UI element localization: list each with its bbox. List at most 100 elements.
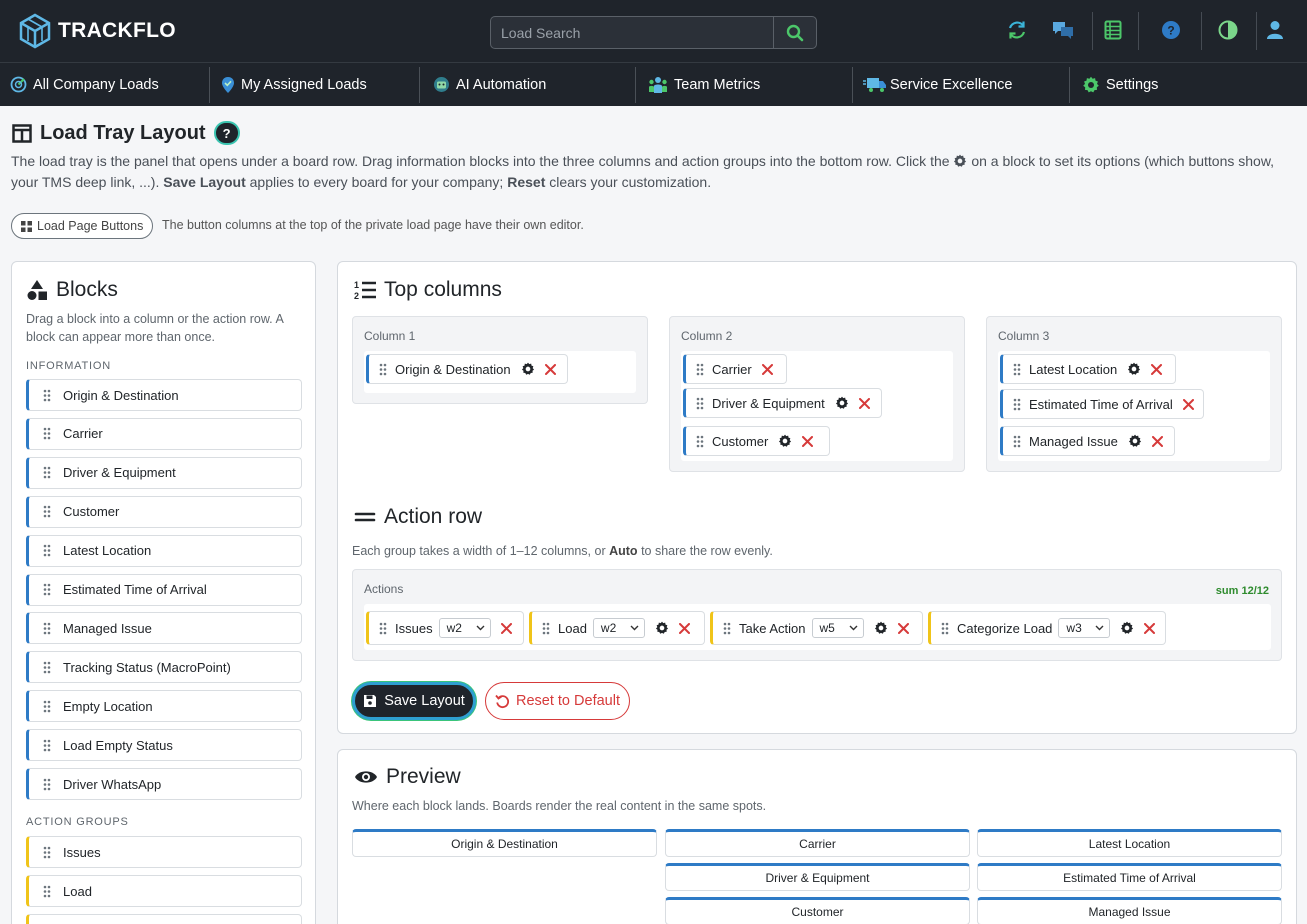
- refresh-button[interactable]: [1005, 18, 1029, 42]
- drag-handle[interactable]: [43, 544, 51, 557]
- group-options-button[interactable]: [655, 621, 669, 635]
- save-layout-button[interactable]: Save Layout: [352, 682, 476, 720]
- palette-block[interactable]: Latest Location: [26, 534, 302, 567]
- remove-block-button[interactable]: [544, 363, 556, 375]
- reset-default-button[interactable]: Reset to Default: [485, 682, 630, 720]
- nav-all-company-loads[interactable]: All Company Loads: [10, 63, 159, 106]
- action-group-chip[interactable]: Load w2: [529, 611, 705, 645]
- desc-bold: Auto: [609, 544, 638, 558]
- drag-handle[interactable]: [696, 435, 704, 448]
- search-button[interactable]: [773, 16, 817, 49]
- remove-group-button[interactable]: [1144, 622, 1155, 634]
- palette-block[interactable]: Customer: [26, 495, 302, 528]
- drag-handle[interactable]: [43, 427, 51, 440]
- palette-action-group[interactable]: [26, 914, 302, 924]
- drag-handle[interactable]: [43, 778, 51, 791]
- drag-handle[interactable]: [696, 363, 704, 376]
- block-options-button[interactable]: [1128, 434, 1142, 448]
- palette-block[interactable]: Driver WhatsApp: [26, 768, 302, 800]
- palette-block[interactable]: Carrier: [26, 417, 302, 450]
- drag-handle[interactable]: [43, 739, 51, 752]
- logo[interactable]: TRACKFLO: [18, 13, 176, 49]
- theme-toggle[interactable]: [1216, 18, 1240, 42]
- drag-handle[interactable]: [542, 622, 550, 635]
- load-page-buttons-button[interactable]: Load Page Buttons: [11, 213, 154, 239]
- drag-handle[interactable]: [43, 389, 51, 402]
- layout-block-chip[interactable]: Estimated Time of Arrival: [1000, 389, 1204, 419]
- nav-team-metrics[interactable]: Team Metrics: [648, 63, 760, 106]
- remove-block-button[interactable]: [761, 363, 773, 375]
- palette-block[interactable]: Estimated Time of Arrival: [26, 573, 302, 606]
- drag-handle[interactable]: [379, 363, 387, 376]
- remove-block-button[interactable]: [1151, 435, 1163, 447]
- palette-block[interactable]: Tracking Status (MacroPoint): [26, 651, 302, 684]
- group-options-button[interactable]: [874, 621, 888, 635]
- palette-block[interactable]: Managed Issue: [26, 612, 302, 645]
- group-options-button[interactable]: [1120, 621, 1134, 635]
- remove-block-button[interactable]: [1151, 363, 1163, 375]
- layout-block-chip[interactable]: Carrier: [683, 354, 787, 384]
- drag-handle[interactable]: [43, 661, 51, 674]
- drag-handle-icon: [696, 397, 704, 409]
- layout-block-chip[interactable]: Customer: [683, 426, 830, 456]
- palette-action-group[interactable]: Load: [26, 875, 302, 907]
- palette-action-group[interactable]: Issues: [26, 836, 302, 868]
- remove-block-button[interactable]: [858, 397, 870, 409]
- nav-settings[interactable]: Settings: [1082, 63, 1158, 106]
- drag-handle[interactable]: [43, 466, 51, 479]
- drag-handle[interactable]: [43, 885, 51, 898]
- chevron-down-icon: [476, 625, 485, 631]
- width-select[interactable]: w2: [592, 618, 645, 638]
- nav-ai-automation[interactable]: AI Automation: [433, 63, 546, 106]
- remove-block-button[interactable]: [1182, 398, 1194, 410]
- save-icon: [364, 695, 377, 707]
- drag-handle[interactable]: [1013, 398, 1021, 411]
- drag-handle[interactable]: [379, 622, 387, 635]
- layout-block-chip[interactable]: Managed Issue: [1000, 426, 1175, 456]
- palette-block[interactable]: Load Empty Status: [26, 729, 302, 762]
- block-options-button[interactable]: [1127, 362, 1141, 376]
- nav-my-assigned-loads[interactable]: My Assigned Loads: [221, 63, 367, 106]
- palette-block[interactable]: Driver & Equipment: [26, 456, 302, 489]
- layout-block-chip[interactable]: Driver & Equipment: [683, 388, 882, 418]
- width-select[interactable]: w5: [811, 618, 864, 638]
- action-group-chip[interactable]: Issues w2: [366, 611, 524, 645]
- drag-handle-icon: [1013, 363, 1021, 375]
- nav-service-excellence[interactable]: Service Excellence: [863, 63, 1013, 106]
- user-menu[interactable]: [1263, 18, 1287, 42]
- layout-block-chip[interactable]: Latest Location: [1000, 354, 1176, 384]
- remove-icon: [858, 397, 870, 409]
- block-options-button[interactable]: [835, 396, 849, 410]
- drag-handle[interactable]: [696, 397, 704, 410]
- layout-block-chip[interactable]: Origin & Destination: [366, 354, 568, 384]
- action-group-chip[interactable]: Categorize Load w3: [928, 611, 1166, 645]
- drag-handle[interactable]: [723, 622, 731, 635]
- search-input[interactable]: [490, 16, 773, 49]
- drag-handle[interactable]: [1013, 363, 1021, 376]
- remove-icon: [1151, 363, 1163, 375]
- drag-handle[interactable]: [941, 622, 949, 635]
- remove-group-button[interactable]: [678, 622, 690, 634]
- drag-handle[interactable]: [1013, 435, 1021, 448]
- drag-handle[interactable]: [43, 622, 51, 635]
- drag-handle[interactable]: [43, 505, 51, 518]
- block-options-button[interactable]: [521, 362, 535, 376]
- drag-handle[interactable]: [43, 700, 51, 713]
- remove-group-button[interactable]: [500, 622, 512, 634]
- desc-part: Each group takes a width of 1–12 columns…: [352, 544, 606, 558]
- width-select[interactable]: w2: [438, 618, 491, 638]
- chat-button[interactable]: [1051, 18, 1075, 42]
- help-button[interactable]: ?: [1159, 18, 1183, 42]
- help-badge[interactable]: ?: [213, 121, 240, 145]
- action-group-chip[interactable]: Take Action w5: [710, 611, 923, 645]
- palette-block[interactable]: Origin & Destination: [26, 379, 302, 411]
- remove-group-button[interactable]: [897, 622, 909, 634]
- block-options-button[interactable]: [778, 434, 792, 448]
- sheet-button[interactable]: [1101, 18, 1125, 42]
- palette-block[interactable]: Empty Location: [26, 690, 302, 723]
- width-select[interactable]: w3: [1058, 618, 1110, 638]
- drag-handle[interactable]: [43, 583, 51, 596]
- drag-handle-icon: [696, 363, 704, 375]
- remove-block-button[interactable]: [802, 435, 814, 447]
- drag-handle[interactable]: [43, 846, 51, 859]
